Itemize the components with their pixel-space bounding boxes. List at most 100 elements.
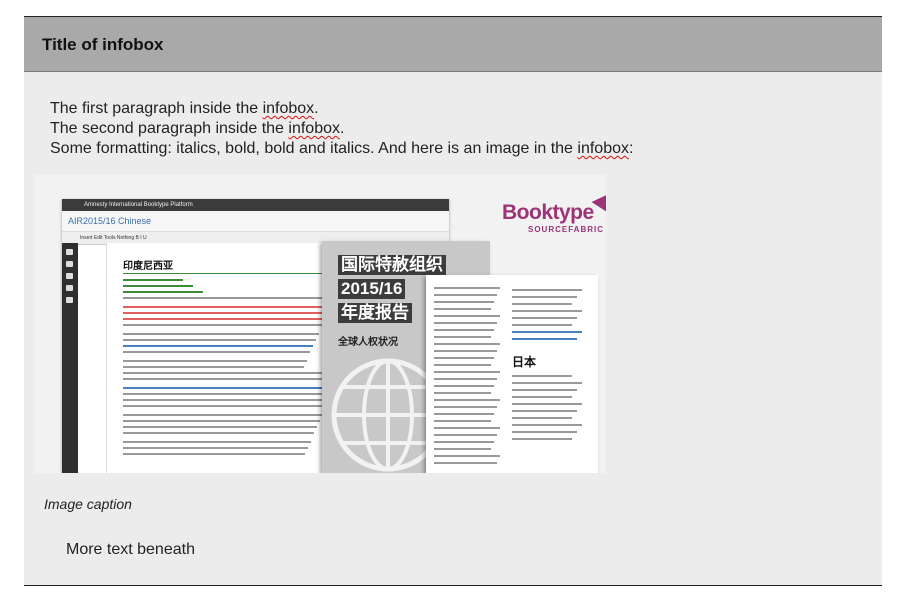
text-line: [434, 350, 497, 352]
text-line: [123, 297, 334, 299]
logo-name: Booktype: [502, 201, 594, 224]
text-line: [123, 312, 328, 314]
text-line: [512, 338, 577, 340]
text-line: [123, 453, 305, 455]
text-line: [434, 308, 491, 310]
page-heading: 日本: [512, 355, 537, 369]
text-line: [512, 389, 577, 391]
text-line: [512, 317, 577, 319]
text-line: [123, 339, 316, 341]
text-line: [434, 462, 497, 464]
cover-line-2: 2015/16: [338, 279, 406, 299]
text-line: [123, 360, 307, 362]
text-line: [512, 382, 582, 384]
text-line: [123, 345, 313, 347]
text-line: [434, 434, 497, 436]
text-line: [123, 441, 311, 443]
cover-subtitle: 全球人权状况: [338, 337, 398, 348]
text-line: [434, 336, 491, 338]
text-line: [123, 291, 203, 293]
paragraph-2-text: The second paragraph inside the: [50, 120, 289, 137]
text-line: [512, 303, 572, 305]
text-line: [512, 438, 572, 440]
misspelled-word[interactable]: infobox: [288, 120, 340, 137]
book-title: AIR2015/16 Chinese: [62, 211, 449, 232]
paragraph-2-end: .: [339, 120, 345, 137]
text-line: [123, 306, 331, 308]
text-line: [434, 315, 500, 317]
text-line: [123, 351, 310, 353]
text-line: [434, 406, 497, 408]
infobox-image[interactable]: Amnesty International Booktype Platform …: [34, 175, 606, 473]
document-heading: 印度尼西亚: [123, 261, 173, 272]
text-line: [512, 417, 572, 419]
paragraph-3-end: :: [629, 140, 634, 157]
text-line: [123, 372, 341, 374]
cover-line-1: 国际特赦组织: [338, 255, 446, 275]
image-caption: Image caption: [44, 496, 132, 512]
text-line: [512, 375, 572, 377]
text-line: [512, 424, 582, 426]
text-line: [123, 378, 338, 380]
text-line: [434, 364, 491, 366]
text-line: [123, 387, 335, 389]
cover-line-3: 年度报告: [338, 303, 412, 323]
text-line: [434, 322, 497, 324]
text-line: [123, 366, 304, 368]
text-line: [123, 432, 314, 434]
text-line: [512, 431, 577, 433]
text-line: [123, 420, 320, 422]
text-line: [434, 287, 500, 289]
text-line: [512, 289, 582, 291]
infobox-title: Title of infobox: [42, 35, 164, 54]
text-line: [434, 357, 494, 359]
text-line: [434, 385, 494, 387]
text-line: [434, 301, 494, 303]
paragraph-2: The second paragraph inside the infobox.: [50, 119, 633, 139]
text-line: [123, 393, 332, 395]
text-line: [512, 310, 582, 312]
text-line: [512, 410, 577, 412]
text-line: [123, 318, 325, 320]
text-line: [123, 426, 317, 428]
infobox: Title of infobox The first paragraph ins…: [24, 16, 882, 586]
text-line: [434, 413, 494, 415]
text-line: [434, 378, 497, 380]
text-line: [434, 399, 500, 401]
text-line: [434, 329, 494, 331]
infobox-paragraphs: The first paragraph inside the infobox. …: [50, 99, 633, 159]
logo-sub: SOURCEFABRIC: [528, 225, 605, 234]
paragraph-3-text: Some formatting: italics, bold, bold and…: [50, 140, 578, 157]
misspelled-word[interactable]: infobox: [263, 100, 315, 117]
text-line: [512, 296, 577, 298]
misspelled-word[interactable]: infobox: [577, 140, 629, 157]
paragraph-1: The first paragraph inside the infobox.: [50, 99, 633, 119]
text-line: [123, 399, 329, 401]
editor-sidebar: [62, 243, 78, 473]
text-line: [123, 447, 308, 449]
text-line: [434, 427, 500, 429]
text-line: [123, 405, 326, 407]
text-line: [512, 403, 582, 405]
paragraph-1-end: .: [314, 100, 319, 117]
booktype-logo: Booktype SOURCEFABRIC: [502, 193, 606, 234]
text-line: [512, 324, 572, 326]
text-line: [512, 331, 582, 333]
more-text: More text beneath: [66, 541, 195, 558]
paragraph-1-text: The first paragraph inside the: [50, 100, 263, 117]
text-line: [434, 371, 500, 373]
text-line: [123, 285, 193, 287]
text-line: [123, 324, 322, 326]
text-line: [512, 396, 572, 398]
infobox-header: Title of infobox: [24, 17, 882, 72]
text-line: [434, 441, 494, 443]
text-line: [434, 343, 500, 345]
text-line: [434, 420, 491, 422]
text-line: [434, 294, 497, 296]
paragraph-3: Some formatting: italics, bold, bold and…: [50, 139, 633, 159]
text-line: [123, 279, 183, 281]
text-line: [434, 448, 491, 450]
text-line: [434, 392, 491, 394]
text-line: [123, 414, 323, 416]
report-page: 日本: [426, 275, 598, 473]
